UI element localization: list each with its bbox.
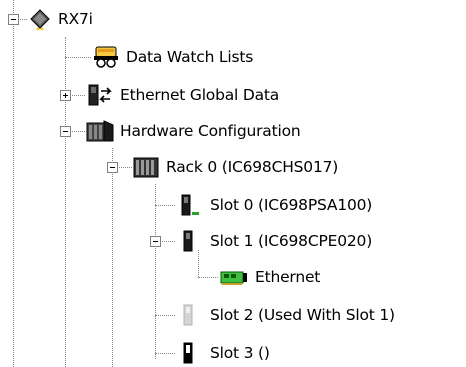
tree-item-slot-3[interactable]: Slot 3 () bbox=[176, 340, 270, 366]
tree-item-ethernet-global-data[interactable]: Ethernet Global Data bbox=[86, 82, 279, 108]
tree-line bbox=[65, 57, 91, 58]
project-tree: RX7i Data Watch Lists Ethernet Global Da… bbox=[0, 0, 466, 367]
ethernet-global-data-expand-button[interactable] bbox=[60, 90, 71, 101]
empty-slot-icon bbox=[176, 303, 204, 327]
tree-item-label: Ethernet Global Data bbox=[120, 86, 280, 104]
tree-item-slot-1[interactable]: Slot 1 (IC698CPE020) bbox=[176, 228, 372, 254]
tree-item-rx7i[interactable]: RX7i bbox=[28, 6, 93, 32]
cpu-module-icon bbox=[176, 229, 204, 253]
tree-item-rack-0[interactable]: Rack 0 (IC698CHS017) bbox=[132, 154, 338, 180]
tree-item-hardware-configuration[interactable]: Hardware Configuration bbox=[86, 118, 301, 144]
rack-icon bbox=[132, 155, 160, 179]
rx7i-chip-icon bbox=[28, 7, 52, 31]
tree-line bbox=[198, 250, 199, 277]
tree-line bbox=[112, 148, 113, 367]
tree-item-label: Slot 3 () bbox=[210, 344, 270, 362]
tree-item-label: Ethernet bbox=[255, 268, 321, 286]
tree-item-label: Slot 1 (IC698CPE020) bbox=[210, 232, 373, 250]
tree-line bbox=[198, 277, 218, 278]
data-watch-icon bbox=[92, 45, 120, 69]
ethernet-global-data-icon bbox=[86, 83, 114, 107]
tree-item-label: RX7i bbox=[58, 10, 93, 28]
tree-line bbox=[155, 184, 156, 359]
power-supply-module-icon bbox=[176, 193, 204, 217]
tree-line bbox=[155, 205, 175, 206]
tree-item-label: Slot 0 (IC698PSA100) bbox=[210, 196, 373, 214]
hardware-config-collapse-button[interactable] bbox=[60, 126, 71, 137]
tree-line bbox=[13, 0, 14, 367]
tree-item-label: Rack 0 (IC698CHS017) bbox=[166, 158, 339, 176]
slot-module-icon bbox=[176, 341, 204, 365]
hardware-config-icon bbox=[86, 119, 114, 143]
root-collapse-button[interactable] bbox=[8, 14, 19, 25]
tree-item-label: Data Watch Lists bbox=[126, 48, 254, 66]
tree-item-data-watch-lists[interactable]: Data Watch Lists bbox=[92, 44, 253, 70]
ethernet-card-icon bbox=[219, 265, 249, 289]
rack-collapse-button[interactable] bbox=[107, 162, 118, 173]
slot1-collapse-button[interactable] bbox=[150, 236, 161, 247]
tree-line bbox=[155, 315, 175, 316]
tree-item-ethernet[interactable]: Ethernet bbox=[219, 264, 320, 290]
tree-line bbox=[155, 353, 175, 354]
tree-line bbox=[65, 37, 66, 367]
tree-item-slot-2[interactable]: Slot 2 (Used With Slot 1) bbox=[176, 302, 395, 328]
tree-item-label: Hardware Configuration bbox=[120, 122, 301, 140]
tree-item-slot-0[interactable]: Slot 0 (IC698PSA100) bbox=[176, 192, 372, 218]
tree-item-label: Slot 2 (Used With Slot 1) bbox=[210, 306, 395, 324]
